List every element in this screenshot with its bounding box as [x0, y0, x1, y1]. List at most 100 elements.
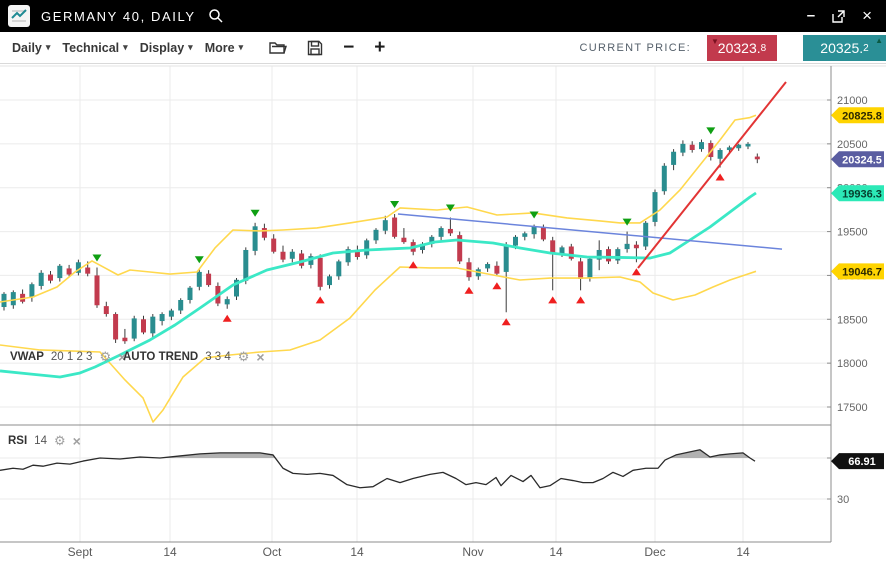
chevron-down-icon: ▾ — [188, 42, 193, 53]
candle-body — [736, 145, 741, 149]
popout-icon[interactable] — [831, 9, 846, 24]
y-axis-label: 20500 — [837, 139, 868, 151]
candle-body — [85, 268, 90, 274]
buy-price: 20325. — [820, 40, 863, 56]
y-axis-label: 21000 — [837, 95, 868, 107]
candle-body — [755, 157, 760, 160]
sell-price: 20323. — [718, 40, 761, 56]
arrow-up-icon: ▲ — [875, 36, 883, 45]
candle-body — [374, 230, 379, 241]
candle-body — [634, 245, 639, 249]
menu-daily[interactable]: Daily ▾ — [12, 41, 50, 55]
candle-body — [578, 261, 583, 279]
save-icon[interactable] — [307, 40, 323, 56]
auto-trend-indicator-label: AUTO TREND 3 3 4 ⚙ × — [123, 349, 265, 365]
chevron-down-icon: ▾ — [239, 42, 244, 53]
candle-body — [448, 229, 453, 233]
candle-body — [178, 300, 183, 311]
buy-signal-triangle-icon — [409, 261, 418, 268]
candle-body — [383, 220, 388, 231]
x-axis-label: 14 — [163, 545, 177, 559]
x-axis-label: Sept — [68, 545, 93, 559]
sell-signal-triangle-icon — [195, 256, 204, 263]
zoom-in-button[interactable]: + — [374, 39, 385, 57]
candle-body — [132, 318, 137, 338]
rsi-line — [0, 450, 755, 488]
sell-signal-triangle-icon — [93, 255, 102, 262]
zoom-out-button[interactable]: − — [343, 39, 354, 57]
chart-area: 2100020500200001950019000185001800017500… — [0, 64, 886, 564]
buy-signal-triangle-icon — [632, 268, 641, 275]
remove-indicator-icon[interactable]: × — [256, 349, 264, 365]
candle-body — [95, 275, 100, 305]
buy-price-button[interactable]: 20325.2 ▲ — [803, 35, 886, 61]
y-axis-label: 17500 — [837, 402, 868, 414]
candle-body — [122, 338, 127, 342]
open-folder-icon[interactable] — [269, 40, 287, 55]
candle-body — [160, 314, 165, 321]
candle-body — [11, 292, 16, 305]
vwap-lower-band-line — [0, 267, 756, 422]
arrow-down-icon: ▼ — [711, 37, 719, 46]
buy-signal-triangle-icon — [465, 287, 474, 294]
y-axis-label: 18500 — [837, 314, 868, 326]
sell-signal-triangle-icon — [390, 201, 399, 208]
price-tag-value: 20324.5 — [842, 154, 882, 166]
sell-signal-triangle-icon — [706, 127, 715, 134]
search-icon[interactable] — [208, 8, 224, 24]
candle-body — [104, 306, 109, 314]
candle-body — [718, 150, 723, 159]
candle-body — [690, 145, 695, 150]
gear-icon[interactable]: ⚙ — [99, 349, 111, 365]
buy-signal-triangle-icon — [492, 282, 501, 289]
candle-body — [327, 276, 332, 285]
window-controls: – × — [807, 8, 872, 24]
candle-body — [494, 266, 499, 274]
candle-body — [587, 259, 592, 278]
menu-more[interactable]: More ▾ — [205, 41, 243, 55]
candle-body — [141, 319, 146, 332]
candle-body — [225, 299, 230, 304]
candle-body — [671, 152, 676, 165]
close-icon[interactable]: × — [862, 8, 872, 24]
candle-body — [485, 264, 490, 268]
sell-price-button[interactable]: ▼ 20323.8 — [707, 35, 777, 61]
candle-body — [606, 249, 611, 261]
rsi-axis-label: 30 — [837, 494, 849, 506]
current-price-label: CURRENT PRICE: — [579, 42, 691, 54]
candle-body — [150, 317, 155, 334]
buy-signal-triangle-icon — [576, 296, 585, 303]
candle-body — [541, 227, 546, 239]
x-axis-label: Oct — [263, 545, 282, 559]
candle-body — [29, 284, 34, 297]
title-bar: GERMANY 40, DAILY – × — [0, 0, 886, 32]
menu-display[interactable]: Display ▾ — [140, 41, 193, 55]
minimize-icon[interactable]: – — [807, 11, 815, 21]
candle-body — [504, 245, 509, 272]
gear-icon[interactable]: ⚙ — [54, 433, 66, 449]
candle-body — [680, 144, 685, 153]
x-axis-label: 14 — [350, 545, 364, 559]
candle-body — [48, 275, 53, 281]
candle-body — [197, 272, 202, 287]
candle-body — [401, 238, 406, 242]
candle-body — [262, 228, 267, 238]
menu-technical[interactable]: Technical ▾ — [62, 41, 127, 55]
remove-indicator-icon[interactable]: × — [73, 433, 81, 449]
candle-body — [67, 268, 72, 274]
x-axis-label: Nov — [462, 545, 483, 559]
price-chart[interactable]: 2100020500200001950019000185001800017500… — [0, 64, 886, 564]
gear-icon[interactable]: ⚙ — [238, 349, 250, 365]
chart-window: GERMANY 40, DAILY – × Daily ▾ — [0, 0, 886, 564]
x-axis-label: Dec — [644, 545, 665, 559]
candle-body — [39, 273, 44, 286]
candle-body — [569, 246, 574, 258]
candle-body — [662, 166, 667, 191]
auto-trend-up-line — [638, 82, 786, 268]
candle-body — [57, 266, 62, 278]
vwap-indicator-label: VWAP 20 1 2 3 ⚙ × — [10, 349, 126, 365]
candle-body — [653, 192, 658, 222]
candle-body — [439, 228, 444, 237]
price-tag-value: 66.91 — [848, 456, 876, 468]
price-tag-value: 19936.3 — [842, 188, 882, 200]
